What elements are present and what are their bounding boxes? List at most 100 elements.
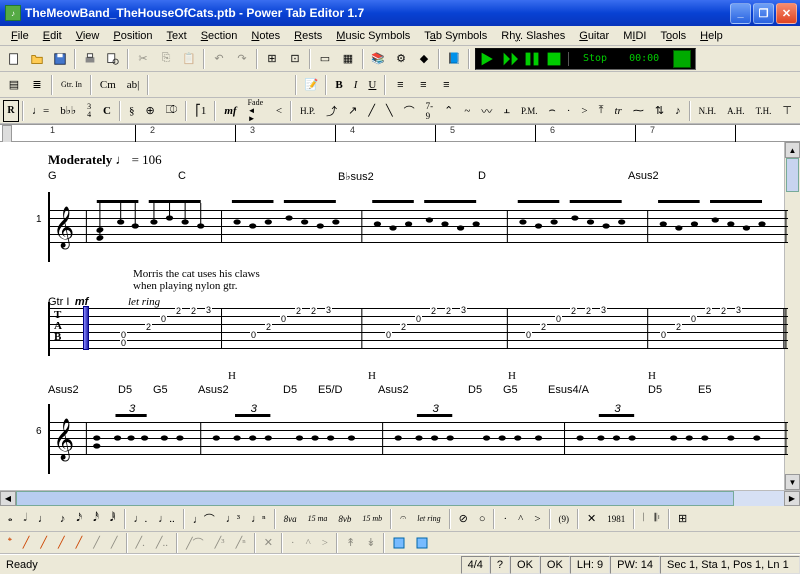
stop-button[interactable] — [546, 51, 562, 67]
fermata-button[interactable]: 𝄐 — [395, 508, 411, 530]
hscroll-thumb[interactable] — [16, 491, 734, 506]
menu-file[interactable]: File — [4, 28, 36, 44]
bend-up-icon[interactable]: ↗ — [343, 100, 362, 122]
tremolo-icon[interactable]: ⫠ — [498, 100, 515, 122]
scroll-right-button[interactable]: ▶ — [784, 491, 800, 506]
menu-music-symbols[interactable]: Music Symbols — [329, 28, 417, 44]
mordent-icon[interactable]: ⁓ — [628, 100, 649, 122]
slash-arpeggio-up-button[interactable]: ↟ — [341, 532, 360, 554]
print-preview-icon[interactable] — [102, 48, 124, 70]
slash-staccato-button[interactable]: · — [286, 532, 300, 554]
slash-mute-button[interactable]: ✕ — [259, 532, 278, 554]
horizontal-scrollbar[interactable]: ◀ ▶ — [0, 490, 800, 506]
ruler-grip[interactable] — [2, 125, 12, 143]
dotted-button[interactable]: ♩. — [129, 508, 153, 530]
score-layout-icon[interactable]: ▤ — [3, 74, 25, 96]
menu-notes[interactable]: Notes — [244, 28, 287, 44]
tool-icon[interactable]: ⊞ — [261, 48, 283, 70]
ds-button[interactable]: ⎄ — [161, 100, 183, 122]
menu-text[interactable]: Text — [160, 28, 194, 44]
slash-arpeggio-down-button[interactable]: ↡ — [361, 532, 380, 554]
menu-midi[interactable]: MIDI — [616, 28, 653, 44]
mute-button[interactable]: ⊘ — [454, 508, 473, 530]
staccato-icon[interactable]: · — [562, 100, 576, 122]
tab-cursor[interactable] — [83, 306, 89, 350]
sforzando-button[interactable]: > — [529, 508, 545, 530]
scroll-down-button[interactable]: ▼ — [785, 474, 800, 490]
strum-up-button[interactable] — [388, 532, 410, 554]
slash-quarter-button[interactable]: ╱ — [35, 532, 52, 554]
new-file-icon[interactable] — [3, 48, 25, 70]
rake-icon[interactable]: ⤒ — [594, 100, 609, 122]
slash-irreg-button[interactable]: ╱ⁿ — [231, 532, 251, 554]
undo-icon[interactable]: ↶ — [208, 48, 230, 70]
slash-marcato-button[interactable]: ^ — [301, 532, 316, 554]
vibrato-icon[interactable]: ~ — [459, 100, 475, 122]
tool-icon-2[interactable]: ⊡ — [284, 48, 306, 70]
tempo-button[interactable]: ♩= — [27, 100, 54, 122]
slash-eighth-button[interactable]: ╱ — [53, 532, 70, 554]
menu-guitar[interactable]: Guitar — [572, 28, 616, 44]
strum-down-button[interactable] — [411, 532, 433, 554]
slide-icon[interactable]: ╱ — [363, 100, 380, 122]
align-center-icon[interactable]: ≡ — [412, 74, 434, 96]
bold-button[interactable]: B — [330, 74, 347, 96]
release-icon[interactable]: ⌃ — [439, 100, 458, 122]
menu-edit[interactable]: Edit — [36, 28, 69, 44]
pause-button[interactable] — [524, 51, 540, 67]
repeat-barline-button[interactable]: 𝄆 — [650, 508, 665, 530]
slash-64-button[interactable]: ╱ — [106, 532, 123, 554]
marcato-button[interactable]: ^ — [513, 508, 528, 530]
align-left-icon[interactable]: ≡ — [389, 74, 411, 96]
minimize-button[interactable]: _ — [730, 3, 751, 24]
grace-icon[interactable]: ♪ — [670, 100, 686, 122]
slash-accent-button[interactable]: > — [317, 532, 333, 554]
let-ring-text-button[interactable]: let ring — [412, 508, 445, 530]
ghost-button[interactable]: ○ — [474, 508, 491, 530]
open-folder-icon[interactable] — [26, 48, 48, 70]
menu-position[interactable]: Position — [106, 28, 159, 44]
th-button[interactable]: T.H. — [751, 100, 777, 122]
year-button[interactable]: 1981 — [602, 508, 630, 530]
staccato-button[interactable]: · — [498, 508, 512, 530]
play-from-button[interactable] — [502, 51, 518, 67]
fade-button[interactable]: Fade ◄ ► — [243, 100, 270, 122]
save-icon[interactable] — [49, 48, 71, 70]
eightva-button[interactable]: 8va — [279, 508, 302, 530]
slash-triplet-button[interactable]: ╱³ — [210, 532, 230, 554]
chord-name-button[interactable]: Cm — [95, 74, 121, 96]
slash-half-button[interactable]: ╱ — [18, 532, 35, 554]
ah-button[interactable]: A.H. — [722, 100, 750, 122]
menu-tab-symbols[interactable]: Tab Symbols — [417, 28, 494, 44]
ghost-paren-button[interactable]: (9) — [554, 508, 575, 530]
coda-button[interactable]: ⊕ — [140, 100, 159, 122]
slash-whole-button[interactable]: 𝄌 — [3, 532, 17, 554]
fifteenma-button[interactable]: 15 ma — [303, 508, 333, 530]
menu-tools[interactable]: Tools — [653, 28, 693, 44]
eightvb-button[interactable]: 8vb — [333, 508, 356, 530]
slash-32-button[interactable]: ╱ — [88, 532, 105, 554]
fifteenmb-button[interactable]: 15 mb — [357, 508, 387, 530]
double-dotted-button[interactable]: ♩.. — [153, 508, 180, 530]
irregular-button[interactable]: ♩ⁿ — [246, 508, 270, 530]
seven-nine-button[interactable]: 7-9 — [421, 100, 439, 122]
new-section-icon[interactable]: ▭ — [314, 48, 336, 70]
menu-rhy-slashes[interactable]: Rhy. Slashes — [494, 28, 572, 44]
menu-rests[interactable]: Rests — [287, 28, 329, 44]
trill-button[interactable]: tr — [610, 100, 627, 122]
align-right-icon[interactable]: ≡ — [435, 74, 457, 96]
nh-button[interactable]: N.H. — [694, 100, 722, 122]
hammer-pull-button[interactable]: H.P. — [295, 100, 320, 122]
slash-ddotted-button[interactable]: ╱.. — [151, 532, 173, 554]
copy-icon[interactable]: ⎘ — [155, 48, 177, 70]
chord-text-button[interactable]: ab| — [122, 74, 145, 96]
guitar-in-button[interactable]: Gtr. In — [56, 74, 87, 96]
slash-dotted-button[interactable]: ╱. — [131, 532, 150, 554]
key-sig-button[interactable]: b♭♭ — [55, 100, 81, 122]
help-icon[interactable]: 📘 — [443, 48, 465, 70]
arpeggio-icon[interactable]: ⇅ — [650, 100, 669, 122]
segno-button[interactable]: § — [124, 100, 140, 122]
sixtyfourth-note-button[interactable]: 𝅘𝅥𝅱 — [105, 508, 121, 530]
tuning-icon[interactable]: ◆ — [413, 48, 435, 70]
bend-down-icon[interactable]: ⤴ — [321, 100, 342, 122]
